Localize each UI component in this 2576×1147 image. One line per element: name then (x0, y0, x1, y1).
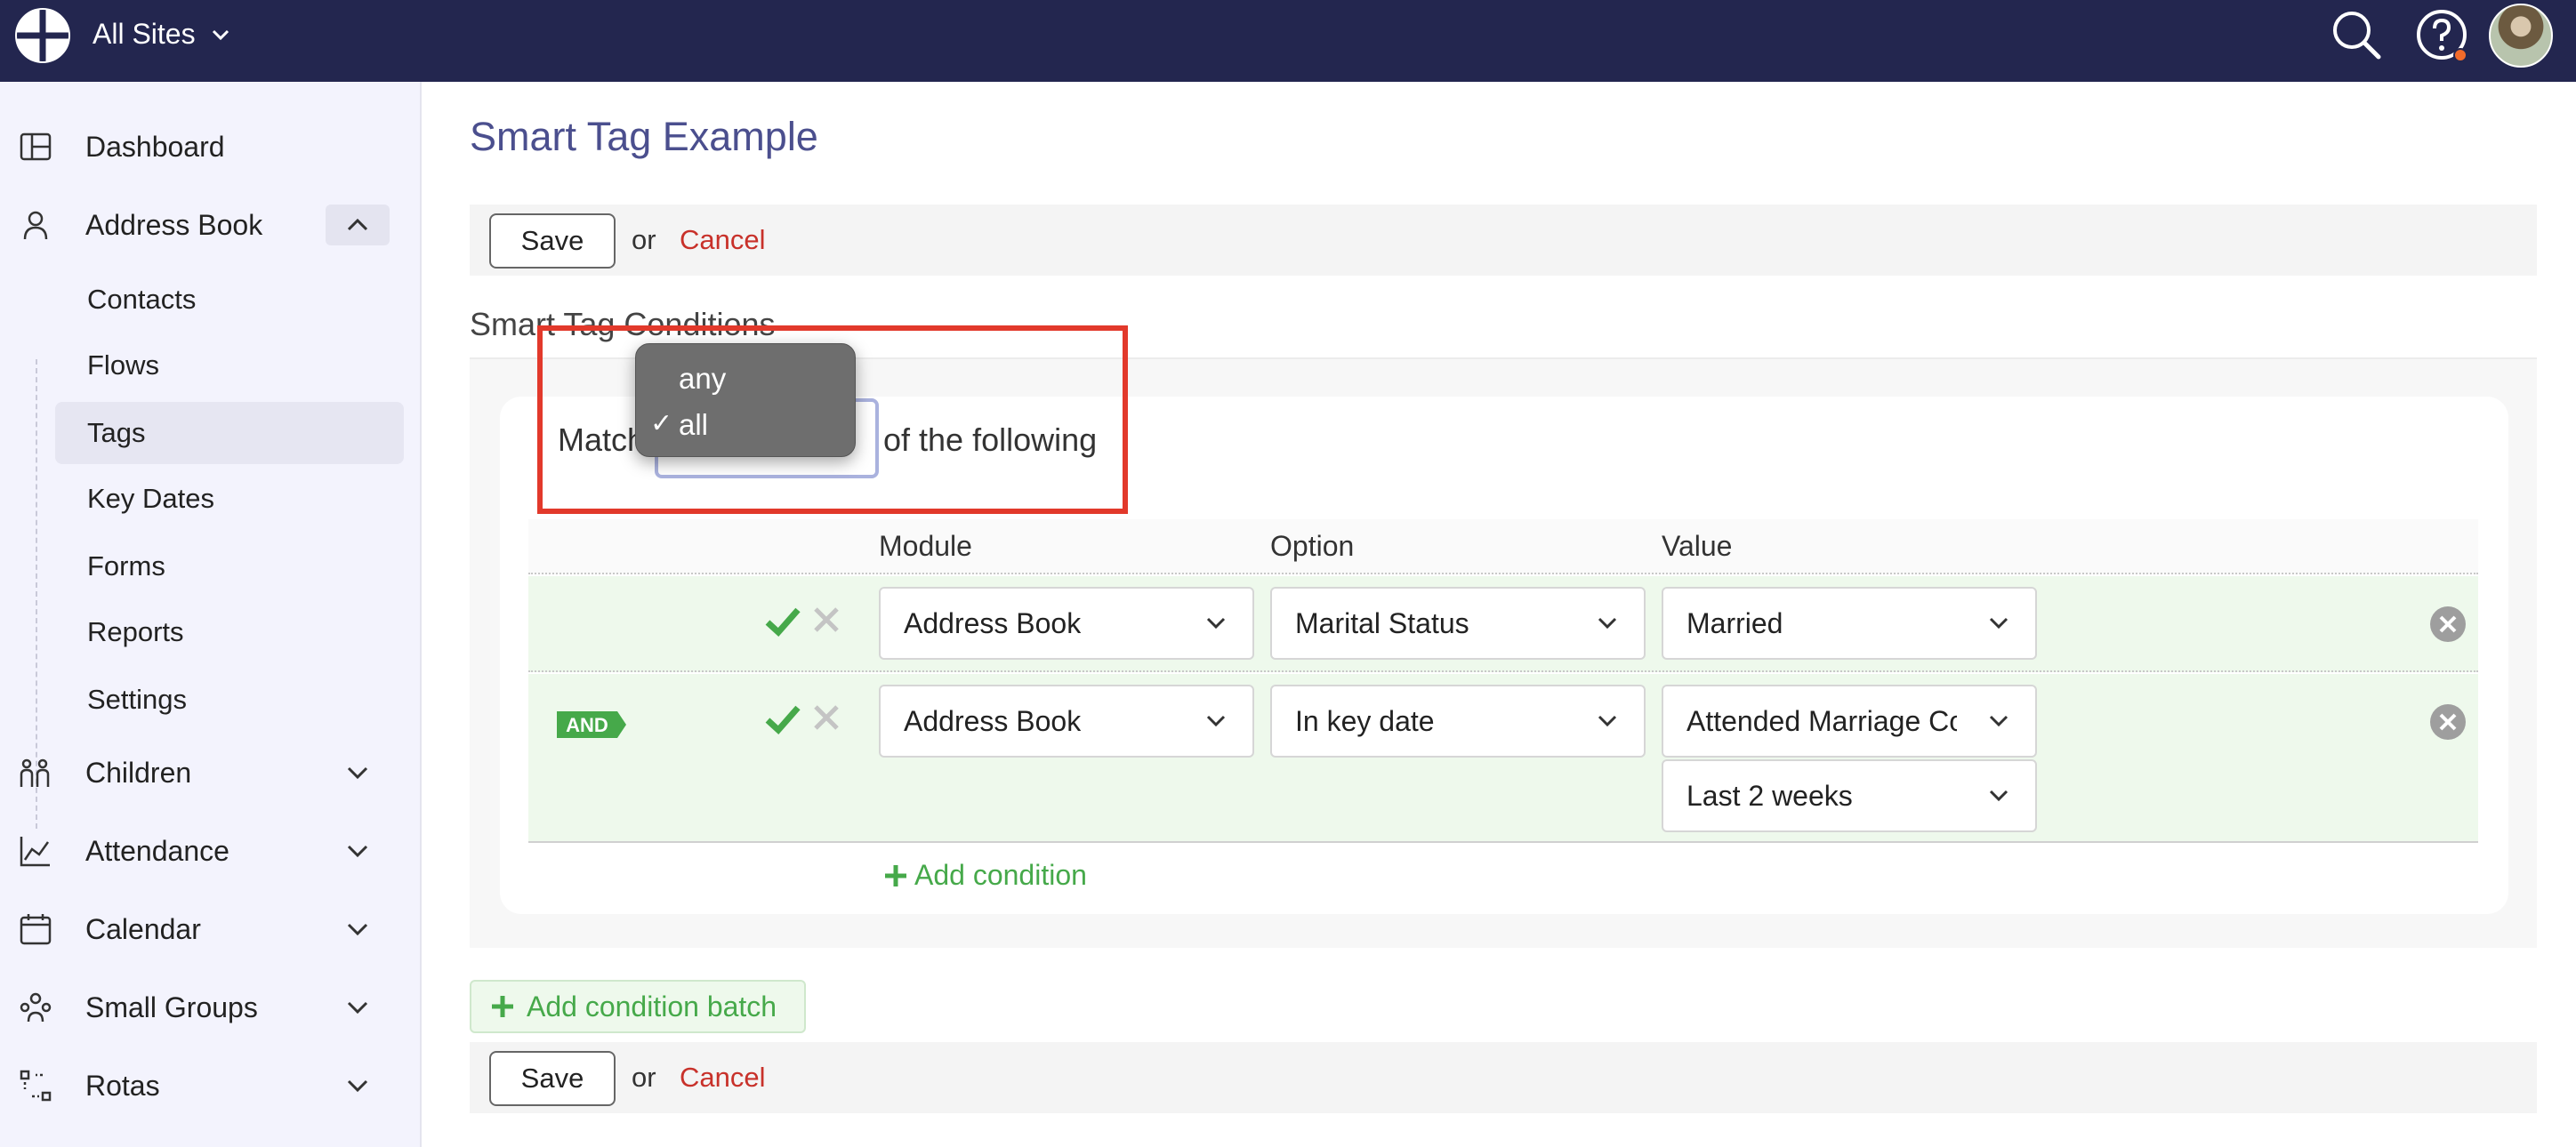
sidebar-item-small-groups[interactable]: Small Groups (0, 976, 422, 1039)
person-icon (23, 211, 48, 240)
value-select-value: Married (1686, 606, 1783, 639)
top-action-bar: Save or Cancel (470, 205, 2537, 276)
remove-condition-icon[interactable] (2428, 702, 2467, 742)
and-connector-badge: AND (557, 711, 626, 738)
checkmark-icon: ✓ (650, 409, 673, 438)
notification-dot (2453, 48, 2467, 62)
cancel-link[interactable]: Cancel (680, 224, 766, 256)
chevron-down-icon (1592, 706, 1622, 736)
site-selector-label: All Sites (93, 18, 196, 50)
remove-condition-icon[interactable] (2428, 605, 2467, 644)
chevron-down-icon (1984, 706, 2014, 736)
chevron-down-icon[interactable] (340, 1068, 375, 1103)
sidebar-item-calendar[interactable]: Calendar (0, 898, 422, 960)
chevron-down-icon (1201, 706, 1231, 736)
chevron-down-icon (1592, 608, 1622, 638)
date-range-select[interactable]: Last 2 weeks (1662, 759, 2037, 832)
sidebar-item-label: Dashboard (85, 130, 225, 163)
conditions-table-header: Module Option Value (528, 519, 2478, 574)
condition-row: Address Book In key date Attended Marria… (528, 674, 2478, 843)
calendar-icon (20, 914, 52, 945)
close-icon[interactable] (811, 605, 841, 635)
top-bar: All Sites (0, 0, 2576, 82)
module-select-value: Address Book (904, 704, 1082, 737)
sidebar: Dashboard Address Book Contacts Flows Ta… (0, 82, 422, 1147)
option-select[interactable]: Marital Status (1270, 587, 1646, 660)
cancel-link[interactable]: Cancel (680, 1062, 766, 1094)
plus-icon (885, 864, 906, 886)
header-value: Value (1662, 530, 1733, 562)
add-condition-batch-label: Add condition batch (527, 990, 777, 1023)
sidebar-subitem-reports[interactable]: Reports (55, 601, 404, 663)
or-text: or (632, 224, 656, 255)
groups-icon (20, 992, 52, 1023)
chevron-down-icon (1984, 781, 2014, 811)
chevron-down-icon[interactable] (340, 990, 375, 1025)
add-condition-button[interactable]: Add condition (882, 859, 1087, 892)
sidebar-item-attendance[interactable]: Attendance (0, 820, 422, 882)
option-select[interactable]: In key date (1270, 685, 1646, 758)
search-icon[interactable] (2329, 7, 2384, 62)
check-icon[interactable] (763, 699, 802, 738)
logo-icon[interactable] (14, 7, 71, 64)
sidebar-subitem-key-dates[interactable]: Key Dates (55, 468, 404, 530)
header-option: Option (1270, 530, 1355, 562)
sidebar-item-label: Address Book (85, 208, 263, 241)
sidebar-item-label: Small Groups (85, 991, 258, 1023)
sidebar-item-label: Calendar (85, 912, 201, 945)
condition-row: Address Book Marital Status Married (528, 576, 2478, 672)
sidebar-item-label: Rotas (85, 1069, 160, 1102)
value-select[interactable]: Attended Marriage Course (1662, 685, 2037, 758)
close-icon[interactable] (811, 702, 841, 733)
value-select-value: Attended Marriage Course (1686, 704, 1957, 737)
sidebar-subitem-tags[interactable]: Tags (55, 402, 404, 464)
children-icon (20, 758, 50, 787)
sidebar-item-dashboard[interactable]: Dashboard (0, 116, 422, 178)
sidebar-item-children[interactable]: Children (0, 742, 422, 804)
sidebar-item-label: Attendance (85, 834, 229, 867)
chart-icon (20, 837, 50, 867)
sidebar-subitem-contacts[interactable]: Contacts (55, 269, 404, 331)
chevron-down-icon (212, 29, 229, 40)
sidebar-item-rotas[interactable]: Rotas (0, 1055, 422, 1117)
sidebar-item-address-book[interactable]: Address Book (0, 194, 422, 256)
bottom-action-bar: Save or Cancel (470, 1042, 2537, 1113)
add-condition-label: Add condition (914, 859, 1087, 891)
rotas-icon (20, 1070, 52, 1102)
plus-icon (492, 996, 513, 1017)
dropdown-option-all[interactable]: all (679, 408, 708, 442)
chevron-down-icon (1201, 608, 1231, 638)
module-select[interactable]: Address Book (879, 685, 1254, 758)
dashboard-icon (20, 132, 52, 161)
save-button[interactable]: Save (489, 213, 616, 269)
chevron-down-icon[interactable] (340, 833, 375, 869)
site-selector[interactable]: All Sites (93, 18, 233, 51)
chevron-down-icon[interactable] (340, 755, 375, 790)
sidebar-subitem-settings[interactable]: Settings (55, 669, 404, 731)
option-select-value: In key date (1295, 704, 1435, 737)
sidebar-item-label: Children (85, 756, 192, 789)
save-button[interactable]: Save (489, 1051, 616, 1106)
dropdown-option-any[interactable]: any (679, 362, 726, 396)
header-module: Module (879, 530, 972, 562)
page-title: Smart Tag Example (470, 114, 818, 159)
avatar[interactable] (2489, 4, 2553, 68)
sidebar-subitem-forms[interactable]: Forms (55, 535, 404, 598)
option-select-value: Marital Status (1295, 606, 1469, 639)
value-select[interactable]: Married (1662, 587, 2037, 660)
chevron-down-icon[interactable] (340, 911, 375, 947)
check-icon[interactable] (763, 601, 802, 640)
chevron-down-icon (1984, 608, 2014, 638)
date-range-select-value: Last 2 weeks (1686, 779, 1853, 812)
sidebar-subitem-flows[interactable]: Flows (55, 334, 404, 397)
add-condition-batch-button[interactable]: Add condition batch (470, 980, 806, 1033)
and-connector-label: AND (566, 714, 608, 736)
or-text: or (632, 1062, 656, 1093)
chevron-up-icon (347, 218, 368, 231)
module-select-value: Address Book (904, 606, 1082, 639)
match-dropdown-menu: any ✓ all (635, 343, 856, 457)
module-select[interactable]: Address Book (879, 587, 1254, 660)
